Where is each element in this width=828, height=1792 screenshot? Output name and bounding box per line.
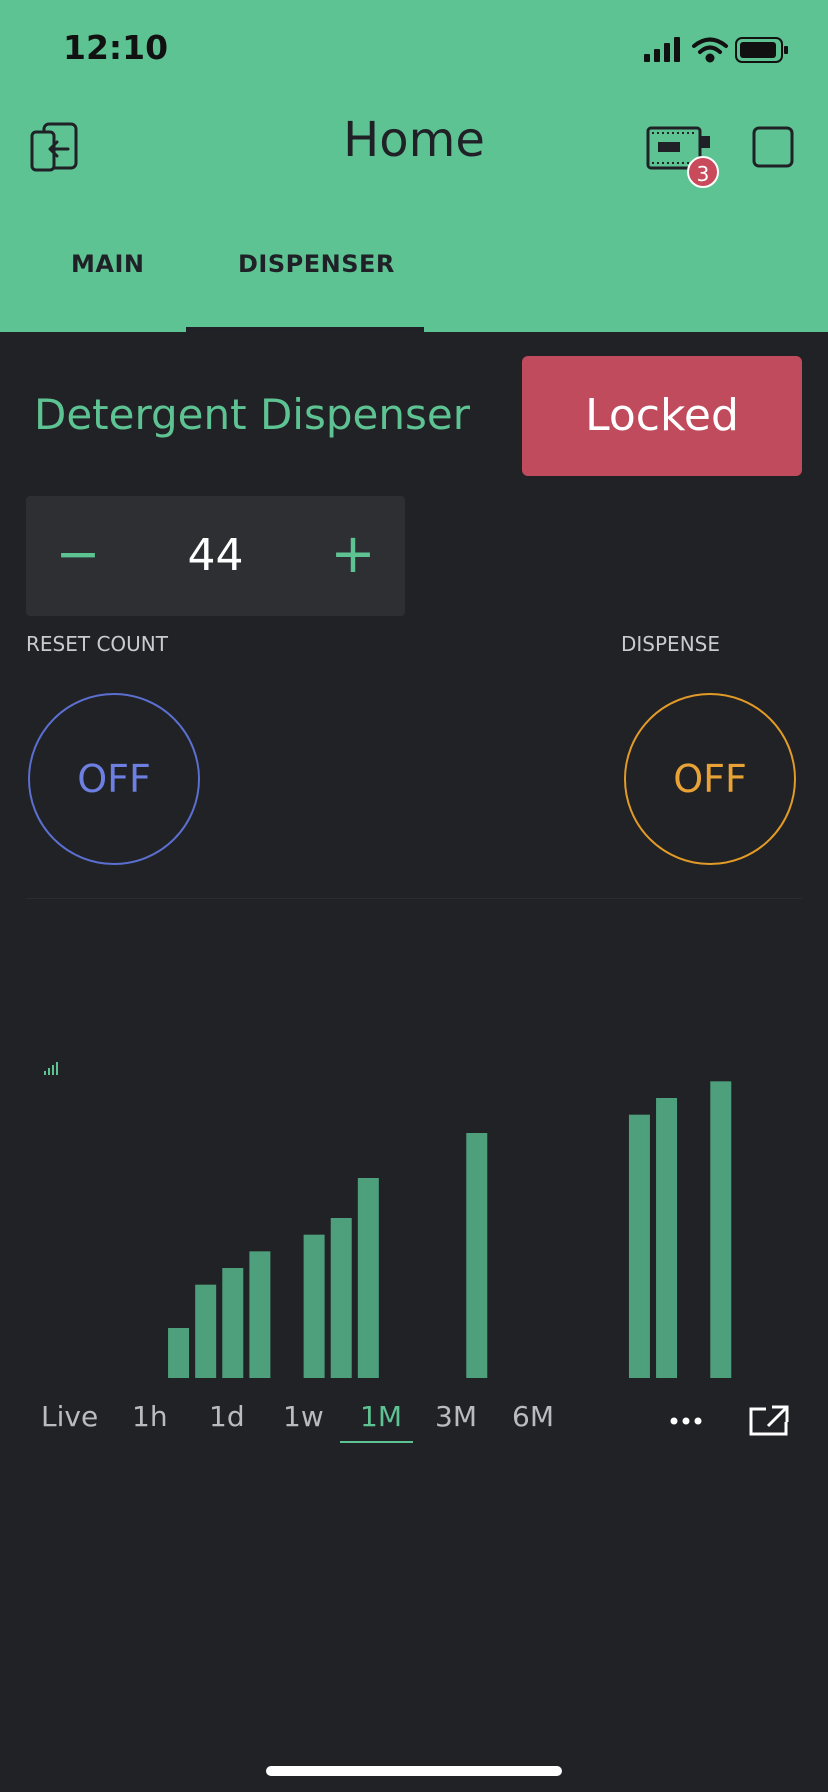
dispenser-title: Detergent Dispenser — [34, 390, 470, 439]
range-6m[interactable]: 6M — [512, 1400, 554, 1433]
chart-bar — [249, 1251, 271, 1378]
range-1m[interactable]: 1M — [360, 1400, 402, 1433]
locked-button[interactable]: Locked — [522, 356, 802, 476]
range-1h[interactable]: 1h — [132, 1400, 168, 1433]
signal-icon — [644, 37, 680, 62]
status-icons — [644, 37, 788, 63]
wifi-icon — [692, 37, 728, 63]
divider — [26, 898, 802, 899]
window-icon[interactable] — [748, 120, 808, 180]
chart-bar — [466, 1133, 488, 1378]
battery-icon — [735, 37, 788, 63]
history-chart — [168, 1081, 732, 1378]
more-options-icon[interactable] — [666, 1406, 706, 1436]
app-header: 12:10 Home 3 MAIN DISPENSER — [0, 0, 828, 332]
reset-count-label: RESET COUNT — [26, 632, 168, 656]
range-active-indicator — [340, 1441, 413, 1443]
range-1d[interactable]: 1d — [209, 1400, 245, 1433]
chart-bar — [710, 1081, 732, 1378]
chart-bar — [168, 1328, 190, 1378]
reset-count-button[interactable]: OFF — [28, 693, 200, 865]
dispense-label: DISPENSE — [621, 632, 720, 656]
dispense-button[interactable]: OFF — [624, 693, 796, 865]
chart-bar — [303, 1234, 325, 1378]
chart-bar — [330, 1218, 352, 1378]
tab-dispenser[interactable]: DISPENSER — [238, 250, 395, 278]
tab-main[interactable]: MAIN — [71, 250, 144, 278]
chart-bar — [357, 1178, 379, 1378]
chart-bar — [656, 1098, 678, 1378]
chart-bar — [222, 1268, 244, 1378]
count-stepper: − 44 + — [26, 496, 405, 616]
chart-bar — [628, 1114, 650, 1378]
devices-badge: 3 — [687, 156, 719, 188]
range-3m[interactable]: 3M — [435, 1400, 477, 1433]
increment-button[interactable]: + — [325, 526, 381, 586]
home-indicator — [266, 1766, 562, 1776]
range-1w[interactable]: 1w — [283, 1400, 324, 1433]
range-live[interactable]: Live — [41, 1400, 98, 1433]
status-time: 12:10 — [63, 28, 169, 67]
chart-bar — [195, 1284, 217, 1378]
active-tab-indicator — [186, 327, 424, 332]
fullscreen-icon[interactable] — [748, 1404, 790, 1438]
